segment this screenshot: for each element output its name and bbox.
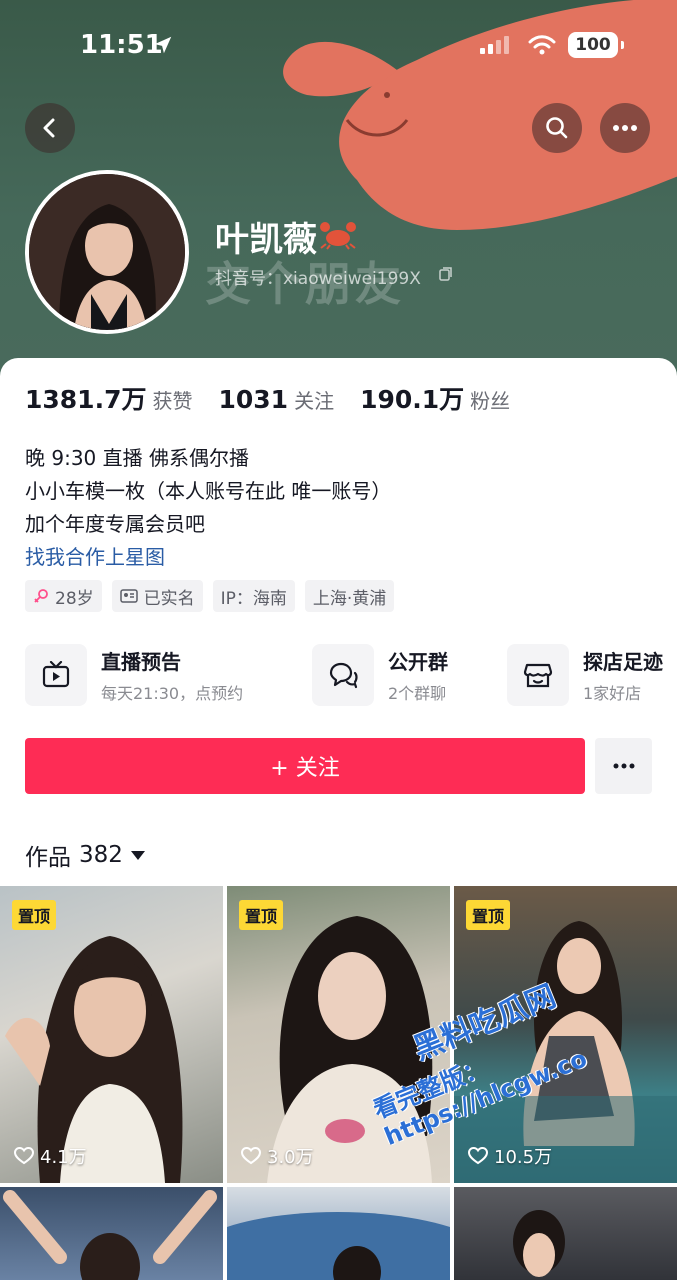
live-preview-title: 直播预告 <box>101 650 181 674</box>
more-dots-icon <box>613 763 634 769</box>
search-icon <box>546 117 568 139</box>
public-group-title: 公开群 <box>388 650 448 674</box>
works-count: 382 <box>79 842 123 868</box>
video-likes-count: 3.0万 <box>267 1147 314 1168</box>
live-preview-subtitle: 每天21:30，点预约 <box>101 684 244 703</box>
location-tag-label: 上海·黄浦 <box>312 588 387 609</box>
chat-icon <box>329 662 358 689</box>
shop-visits-title: 探店足迹 <box>583 650 663 674</box>
feature-row: 直播预告 每天21:30，点预约 公开群 2个群聊 探店足迹 1家好店 <box>25 642 677 712</box>
back-button[interactable] <box>25 103 75 153</box>
shop-visits-icon-box <box>507 644 569 706</box>
profile-card: 1381.7万 获赞 1031 关注 190.1万 粉丝 晚 9:30 直播 佛… <box>0 358 677 1280</box>
ip-tag-label: IP：海南 <box>220 588 287 609</box>
follow-more-button[interactable] <box>595 738 652 794</box>
verified-tag: 已实名 <box>111 580 203 612</box>
video-likes: 10.5万 <box>468 1143 552 1169</box>
collaboration-link[interactable]: 找我合作上星图 <box>25 541 391 574</box>
live-preview-icon-box <box>25 644 87 706</box>
douyin-id-text: 抖音号：xiaoweiwei199X <box>215 269 421 289</box>
shop-icon <box>523 663 553 688</box>
crab-emoji-icon <box>320 222 356 250</box>
profile-tags: 28岁 已实名 IP：海南 上海·黄浦 <box>25 580 395 612</box>
wifi-icon <box>528 35 556 55</box>
following-label[interactable]: 关注 <box>294 385 334 414</box>
avatar[interactable] <box>25 170 189 334</box>
likes-label: 获赞 <box>152 389 193 413</box>
status-bar: 11:51 100 <box>0 28 677 64</box>
video-likes-count: 4.1万 <box>40 1147 87 1168</box>
video-likes: 4.1万 <box>14 1143 87 1169</box>
status-time: 11:51 <box>80 30 163 60</box>
more-dots-icon <box>613 125 637 131</box>
heart-icon <box>241 1147 261 1165</box>
video-likes: 3.0万 <box>241 1143 314 1169</box>
verified-tag-label: 已实名 <box>143 588 195 609</box>
cellular-signal-icon <box>480 36 509 54</box>
video-thumbnail-image <box>3 1190 217 1280</box>
bio-line: 小小车模一枚（本人账号在此 唯一账号） <box>25 479 392 503</box>
more-options-button[interactable] <box>600 103 650 153</box>
id-card-icon <box>119 589 138 603</box>
video-thumbnail-image <box>5 936 183 1183</box>
age-tag: 28岁 <box>25 580 102 612</box>
followers-count[interactable]: 190.1万 <box>360 380 464 416</box>
heart-icon <box>14 1147 34 1165</box>
video-likes-count: 10.5万 <box>494 1147 553 1168</box>
video-tile[interactable] <box>227 1187 450 1280</box>
likes-count: 1381.7万 <box>25 385 147 414</box>
avatar-portrait-image <box>29 174 185 330</box>
shop-visits-subtitle: 1家好店 <box>583 684 642 703</box>
female-icon <box>34 589 48 603</box>
bio-line: 加个年度专属会员吧 <box>25 512 205 536</box>
video-thumbnail-image <box>227 1212 450 1280</box>
stats-row: 1381.7万 获赞 1031 关注 190.1万 粉丝 <box>25 380 536 416</box>
copy-icon[interactable] <box>438 266 454 282</box>
bio-line: 晚 9:30 直播 佛系偶尔播 <box>25 446 249 470</box>
public-group-subtitle: 2个群聊 <box>388 684 447 703</box>
battery-indicator: 100 <box>568 32 624 58</box>
followers-label[interactable]: 粉丝 <box>470 385 510 414</box>
pinned-badge: 置顶 <box>239 900 284 930</box>
follow-button[interactable]: + 关注 <box>25 738 585 794</box>
video-thumbnail-image <box>513 1210 565 1277</box>
works-tab-label: 作品 <box>25 845 71 871</box>
video-tile[interactable] <box>454 1187 677 1280</box>
pinned-badge: 置顶 <box>466 900 511 930</box>
ip-tag: IP：海南 <box>212 580 295 612</box>
works-tab[interactable]: 作品 382 <box>25 838 145 872</box>
tv-icon <box>42 661 70 688</box>
bio: 晚 9:30 直播 佛系偶尔播 小小车模一枚（本人账号在此 唯一账号） 加个年度… <box>25 442 391 574</box>
chevron-left-icon <box>43 118 55 138</box>
following-count[interactable]: 1031 <box>218 385 288 414</box>
video-tile[interactable]: 置顶 4.1万 <box>0 886 223 1183</box>
caret-down-icon <box>130 850 145 860</box>
location-tag: 上海·黄浦 <box>304 580 395 612</box>
profile-name: 叶凯薇 <box>215 220 317 260</box>
heart-icon <box>468 1147 488 1165</box>
pinned-badge: 置顶 <box>12 900 57 930</box>
search-button[interactable] <box>532 103 582 153</box>
location-arrow-icon <box>154 36 172 54</box>
public-group-icon-box <box>312 644 374 706</box>
video-tile[interactable] <box>0 1187 223 1280</box>
age-tag-label: 28岁 <box>55 588 94 609</box>
